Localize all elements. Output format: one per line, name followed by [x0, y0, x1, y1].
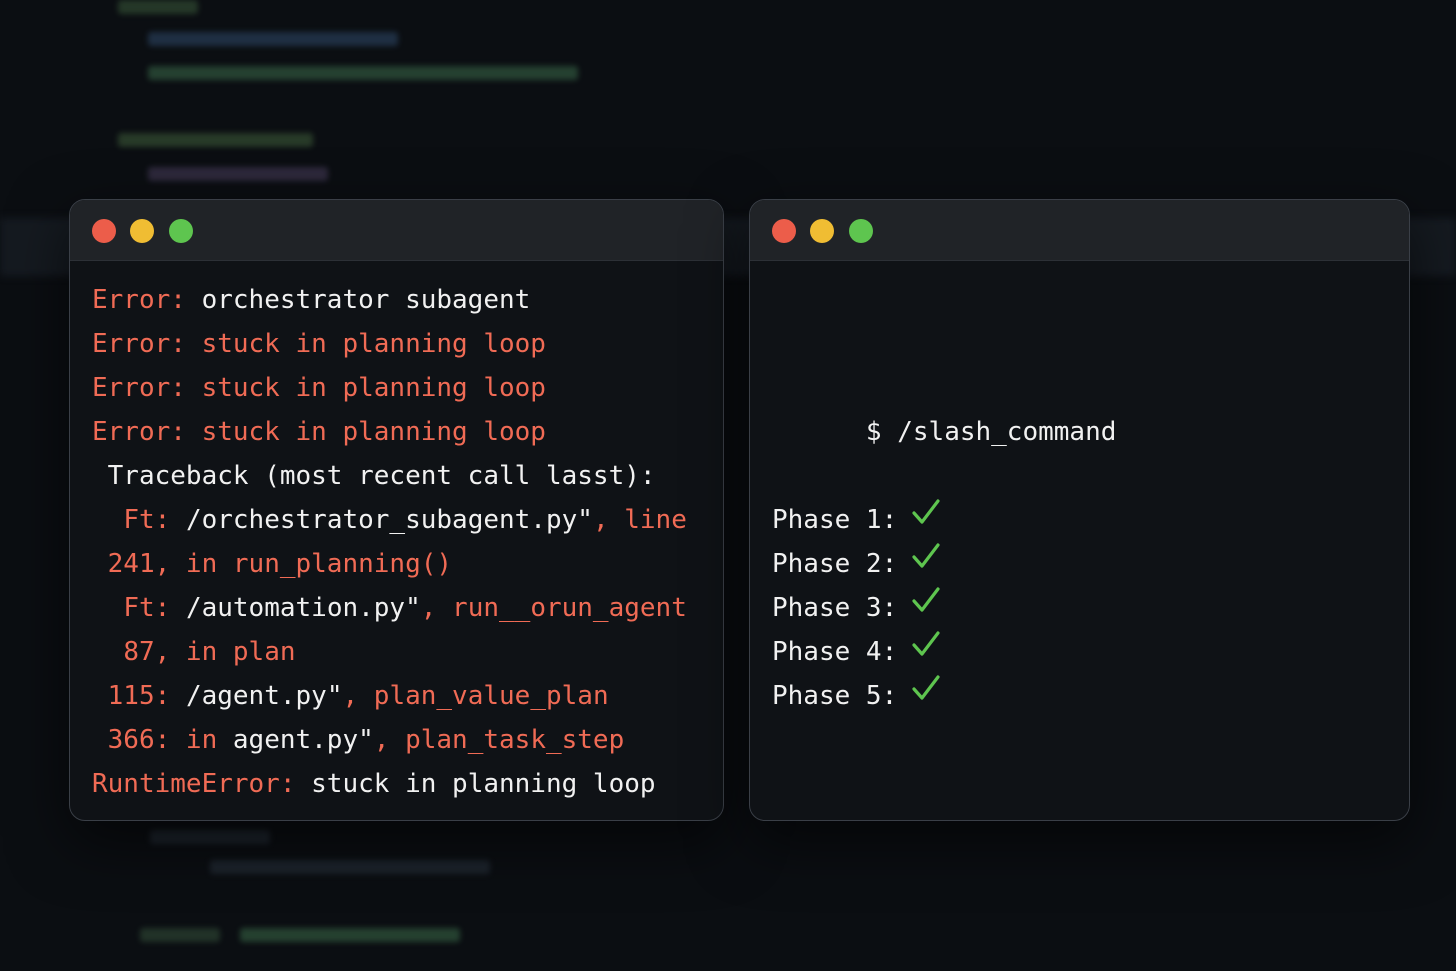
- phase-label: Phase 2:: [772, 549, 898, 579]
- error-terminal-output: Error: orchestrator subagent Error: stuck…: [92, 278, 713, 806]
- traceback-line: Ft: /automation.py", run__orun_agent: [92, 586, 713, 630]
- minimize-window-button[interactable]: [810, 219, 834, 243]
- phase-line: Phase 4:: [772, 630, 1399, 674]
- traceback-line: Error: stuck in planning loop: [92, 366, 713, 410]
- phase-line: Phase 1:: [772, 498, 1399, 542]
- error-text-segment: , run__orun_agent: [420, 593, 687, 623]
- text-segment: /automation.py": [185, 593, 421, 623]
- checkmark-icon: [911, 496, 941, 540]
- text-segment: agent.py": [232, 725, 374, 755]
- close-window-button[interactable]: [772, 219, 796, 243]
- minimize-window-button[interactable]: [130, 219, 154, 243]
- error-text-segment: RuntimeError:: [92, 769, 312, 799]
- error-terminal-titlebar: [70, 200, 723, 261]
- maximize-window-button[interactable]: [169, 219, 193, 243]
- phase-line: Phase 5:: [772, 674, 1399, 718]
- traceback-line: 241, in run_planning(): [92, 542, 713, 586]
- maximize-window-button[interactable]: [849, 219, 873, 243]
- command-prompt-line: $ /slash_command: [772, 366, 1399, 447]
- error-text-segment: , line: [592, 505, 687, 535]
- success-terminal-output: $ /slash_command Phase 1: Phase 2: Phase 3…: [772, 278, 1399, 718]
- traceback-line: RuntimeError: stuck in planning loop: [92, 762, 713, 806]
- text-segment: /orchestrator_subagent.py": [185, 505, 593, 535]
- traceback-line: 366: in agent.py", plan_task_step: [92, 718, 713, 762]
- traceback-line: Error: stuck in planning loop: [92, 322, 713, 366]
- error-text-segment: Error: stuck in planning loop: [92, 417, 546, 447]
- checkmark-icon: [911, 584, 941, 628]
- phase-line: Phase 2:: [772, 542, 1399, 586]
- close-window-button[interactable]: [92, 219, 116, 243]
- phase-label: Phase 5:: [772, 681, 898, 711]
- traceback-line: 87, in plan: [92, 630, 713, 674]
- command-prompt-text: $ /slash_command: [865, 417, 1117, 447]
- checkmark-icon: [911, 540, 941, 584]
- error-terminal-window: Error: orchestrator subagent Error: stuck…: [69, 199, 724, 821]
- text-segment: stuck in planning loop: [311, 769, 656, 799]
- traceback-line: 115: /agent.py", plan_value_plan: [92, 674, 713, 718]
- checkmark-icon: [911, 628, 941, 672]
- error-text-segment: , plan_value_plan: [342, 681, 609, 711]
- phase-label: Phase 1:: [772, 505, 898, 535]
- error-text-segment: Error: stuck in planning loop: [92, 329, 546, 359]
- error-text-segment: , plan_task_step: [373, 725, 625, 755]
- phase-label: Phase 3:: [772, 593, 898, 623]
- traceback-line: Error: stuck in planning loop: [92, 410, 713, 454]
- error-text-segment: 87, in plan: [123, 637, 296, 667]
- success-terminal-window: $ /slash_command Phase 1: Phase 2: Phase 3…: [749, 199, 1410, 821]
- error-text-segment: 241, in run_planning(): [107, 549, 453, 579]
- checkmark-icon: [911, 672, 941, 716]
- error-text-segment: Error: stuck in planning loop: [92, 373, 546, 403]
- error-text-segment: Ft:: [123, 505, 186, 535]
- error-text-segment: 366: in: [107, 725, 233, 755]
- traceback-line: Traceback (most recent call lasst):: [92, 454, 713, 498]
- error-text-segment: Ft:: [123, 593, 186, 623]
- text-segment: orchestrator subagent: [201, 285, 531, 315]
- traceback-line: Ft: /orchestrator_subagent.py", line: [92, 498, 713, 542]
- traceback-line: Error: orchestrator subagent: [92, 278, 713, 322]
- error-text-segment: Error:: [92, 285, 202, 315]
- phase-label: Phase 4:: [772, 637, 898, 667]
- phase-line: Phase 3:: [772, 586, 1399, 630]
- success-terminal-titlebar: [750, 200, 1409, 261]
- text-segment: /agent.py": [185, 681, 343, 711]
- error-text-segment: 115:: [107, 681, 186, 711]
- text-segment: Traceback (most recent call lasst):: [107, 461, 656, 491]
